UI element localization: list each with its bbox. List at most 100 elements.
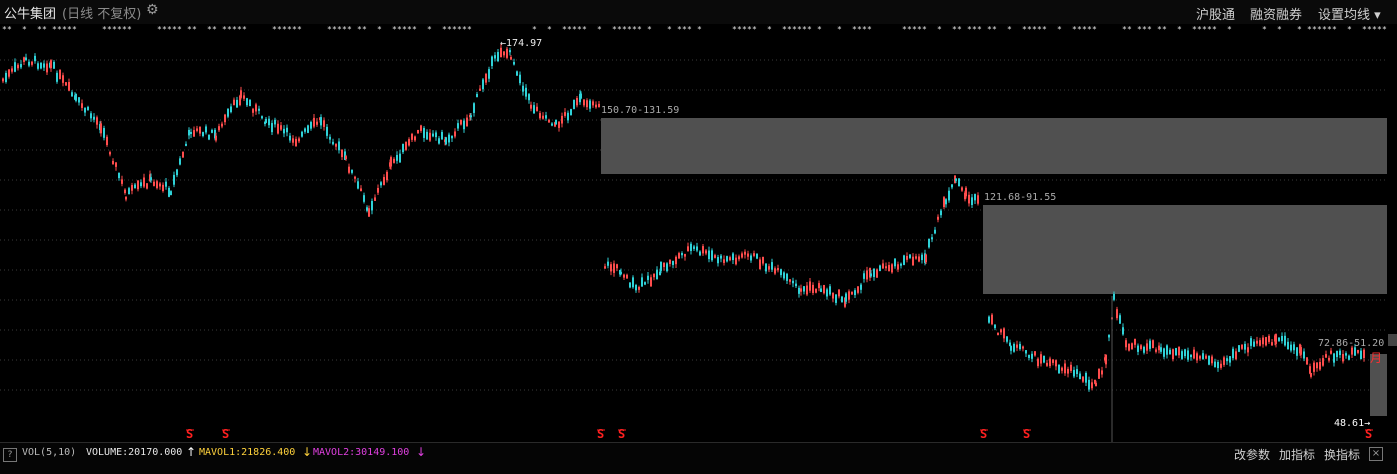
candle-body <box>310 121 312 129</box>
candle-body <box>23 57 25 62</box>
candle-body <box>1095 382 1097 387</box>
candle-body <box>326 126 328 136</box>
event-marker: * <box>467 25 472 34</box>
candle-body <box>1105 354 1107 365</box>
candle-body <box>570 109 572 116</box>
candle-body <box>666 263 668 272</box>
candle-body <box>1211 356 1213 364</box>
candle-body <box>1217 361 1219 369</box>
candle-body <box>176 169 178 176</box>
candle-body <box>208 134 210 140</box>
candle-body <box>800 288 802 292</box>
candle-body <box>485 73 487 83</box>
candle-body <box>377 187 379 193</box>
candle-body <box>390 157 392 167</box>
candle-body <box>564 112 566 116</box>
signal-marker: S <box>1023 427 1030 441</box>
candle-body <box>196 128 198 131</box>
candle-body <box>977 195 979 204</box>
candle-body <box>271 123 273 133</box>
candle-body <box>159 183 161 187</box>
candle-body <box>371 200 373 211</box>
event-marker: * <box>42 25 47 34</box>
candle-body <box>1155 349 1157 352</box>
candle-body <box>586 100 588 108</box>
candle-body <box>675 256 677 265</box>
event-marker: * <box>667 25 672 34</box>
candle-body <box>1043 355 1045 363</box>
zone-label-3: 72.86-51.20 <box>1318 338 1385 349</box>
candle-body <box>56 72 58 82</box>
event-marker: * <box>1092 25 1097 34</box>
change-params-button[interactable]: 改参数 <box>1234 446 1270 463</box>
candle-body <box>1316 362 1318 369</box>
candle-body <box>423 128 425 138</box>
event-marker: * <box>1347 25 1352 34</box>
candle-body <box>368 208 370 217</box>
candle-body <box>1202 353 1204 360</box>
candle-body <box>20 64 22 68</box>
event-marker: * <box>647 25 652 34</box>
event-marker: * <box>767 25 772 34</box>
add-indicator-button[interactable]: 加指标 <box>1279 446 1315 463</box>
candle-body <box>971 197 973 205</box>
candle-body <box>332 141 334 145</box>
candle-body <box>268 118 270 126</box>
candle-body <box>494 55 496 59</box>
candle-body <box>1214 361 1216 368</box>
candle-body <box>215 135 217 141</box>
candle-body <box>479 88 481 91</box>
candle-body <box>753 253 755 256</box>
candle-body <box>1313 362 1315 372</box>
candle-body <box>595 104 597 108</box>
candle-body <box>62 75 64 83</box>
candle-body <box>1125 340 1127 348</box>
candle-body <box>168 187 170 197</box>
candle-body <box>258 108 260 111</box>
event-marker: * <box>687 25 692 34</box>
mavol2-value: MAVOL2:30149.100 <box>313 447 410 458</box>
candle-body <box>988 316 990 323</box>
candle-body <box>647 275 649 280</box>
candle-body <box>68 82 70 91</box>
switch-indicator-button[interactable]: 换指标 <box>1324 446 1360 463</box>
candle-body <box>638 287 640 290</box>
candle-body <box>678 253 680 259</box>
candle-body <box>121 179 123 184</box>
candle-body <box>185 143 187 146</box>
candle-body <box>945 199 947 205</box>
event-marker: * <box>297 25 302 34</box>
candle-body <box>170 191 172 196</box>
candle-body <box>738 256 740 260</box>
event-marker: * <box>867 25 872 34</box>
kline-chart[interactable]: * * * * * * * * * * * * * * * * * * * * * * * * * * * * * * * * * * * * * * * *… <box>0 0 1397 442</box>
candle-body <box>1281 335 1283 342</box>
help-icon[interactable]: ? <box>3 448 17 462</box>
candle-body <box>205 126 207 133</box>
close-icon[interactable]: × <box>1369 447 1383 461</box>
candle-body <box>411 133 413 140</box>
candle-body <box>252 108 254 113</box>
candle-body <box>705 250 707 254</box>
candle-body <box>720 255 722 259</box>
candle-body <box>1309 366 1311 374</box>
candle-body <box>289 135 291 141</box>
candle-body <box>1009 342 1011 346</box>
price-zones <box>601 118 1387 416</box>
candle-body <box>150 177 152 181</box>
candle-body <box>71 92 73 97</box>
candle-body <box>690 243 692 251</box>
scroll-handle[interactable] <box>1388 334 1397 346</box>
candle-body <box>948 190 950 201</box>
event-marker: * <box>1332 25 1337 34</box>
candle-body <box>188 129 190 136</box>
candle-body <box>1079 373 1081 380</box>
event-marker: * <box>1382 25 1387 34</box>
candle-body <box>441 131 443 140</box>
candle-body <box>542 115 544 119</box>
event-marker: * <box>412 25 417 34</box>
candle-body <box>1016 344 1018 348</box>
volume-indicator[interactable]: VOL(5,10) <box>22 447 76 458</box>
event-marker: * <box>1162 25 1167 34</box>
candle-body <box>335 143 337 147</box>
